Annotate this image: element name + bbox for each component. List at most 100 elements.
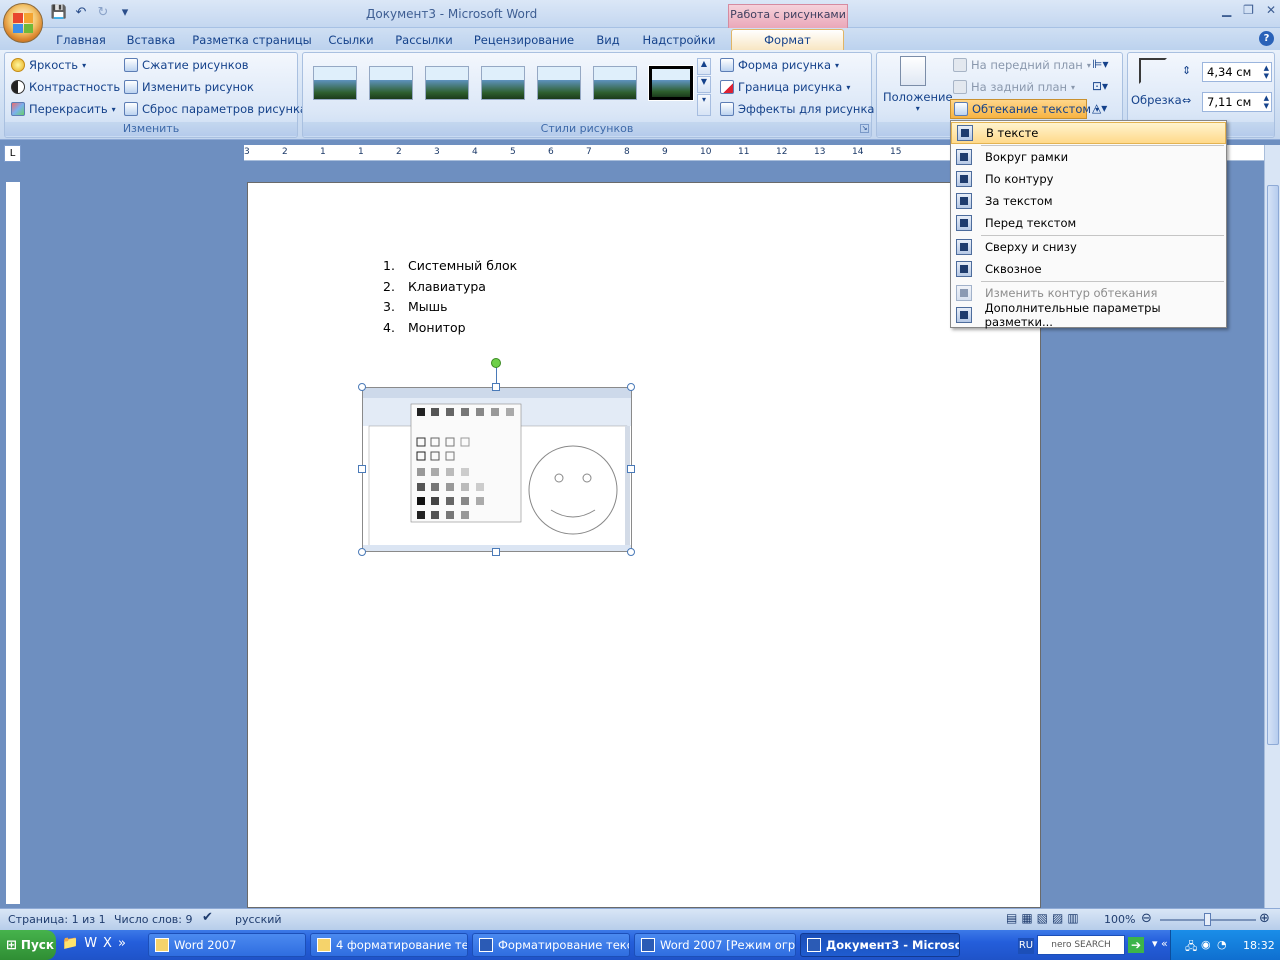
word-icon[interactable]: W [84,936,97,951]
list-item[interactable]: 4. Монитор [383,320,517,341]
zoom-level[interactable]: 100% [1104,913,1135,926]
undo-icon[interactable]: ↶ [72,4,90,22]
redo-icon[interactable]: ↻ [94,4,112,22]
picture-style-4[interactable] [481,66,525,100]
start-button[interactable]: ⊞ Пуск [0,930,56,960]
taskbar-button-active-doc[interactable]: Документ3 - Microso... [800,933,960,957]
minimize-icon[interactable]: ▁ [1222,3,1231,17]
styles-scroll-up[interactable]: ▲ [697,58,711,75]
inserted-picture[interactable] [362,387,632,552]
tab-references[interactable]: Ссылки [322,31,380,50]
status-word-count[interactable]: Число слов: 9 [114,913,193,926]
picture-shape-button[interactable]: Форма рисунка ▾ [720,55,839,75]
picture-style-1[interactable] [313,66,357,100]
tray-network-icon[interactable]: 🖧 [1185,938,1197,957]
resize-handle-top[interactable] [492,383,500,391]
tab-review[interactable]: Рецензирование [468,31,580,50]
list-item[interactable]: 1. Системный блок [383,258,517,279]
resize-handle-left[interactable] [358,465,366,473]
group-icon[interactable]: ⊡▾ [1092,79,1108,93]
zoom-slider-thumb[interactable] [1204,913,1211,926]
change-picture-button[interactable]: Изменить рисунок [124,77,254,97]
spell-check-icon[interactable]: ✔ [202,910,213,925]
restore-icon[interactable]: ❐ [1243,3,1254,17]
picture-style-2[interactable] [369,66,413,100]
explorer-icon[interactable]: 📁 [62,936,78,951]
styles-dialog-launcher-icon[interactable]: ↘ [860,124,869,133]
tab-view[interactable]: Вид [590,31,626,50]
reset-picture-button[interactable]: Сброс параметров рисунка [124,99,307,119]
tray-volume-icon[interactable]: ◔ [1217,938,1227,951]
taskbar-button-doc-1[interactable]: Форматирование текст... [472,933,630,957]
styles-scroll-down[interactable]: ▼ [697,76,711,93]
office-button[interactable] [3,3,43,43]
wrap-top-bottom-item[interactable]: Сверху и снизу [951,236,1226,258]
taskbar-button-folder-2[interactable]: 4 форматирование тек... [310,933,468,957]
tab-home[interactable]: Главная [50,31,112,50]
picture-style-5[interactable] [537,66,581,100]
taskbar-button-doc-2[interactable]: Word 2007 [Режим огра... [634,933,796,957]
tray-security-icon[interactable]: ◉ [1201,938,1211,951]
resize-handle-bottom-right[interactable] [627,548,635,556]
wrap-through-item[interactable]: Сквозное [951,258,1226,280]
status-page[interactable]: Страница: 1 из 1 [8,913,106,926]
align-icon[interactable]: ⊫▾ [1092,57,1108,71]
picture-style-3[interactable] [425,66,469,100]
taskbar-button-folder[interactable]: Word 2007 [148,933,306,957]
view-buttons[interactable]: ▤▦▧▨▥ [1006,911,1083,925]
vertical-scrollbar[interactable] [1264,145,1280,908]
width-input[interactable]: 7,11 см ▲ ▼ [1202,92,1272,112]
search-go-icon[interactable]: ➔ [1128,937,1144,953]
numbered-list[interactable]: 1. Системный блок 2. Клавиатура 3. Мышь 4. М… [383,258,517,340]
picture-style-6[interactable] [593,66,637,100]
send-to-back-button[interactable]: На задний план ▾ [953,77,1075,97]
save-icon[interactable]: 💾 [50,4,68,22]
width-spinner-icon[interactable]: ▲ ▼ [1264,94,1269,110]
expand-icon[interactable]: » [118,936,126,951]
height-spinner-icon[interactable]: ▲ ▼ [1264,64,1269,80]
rotate-icon[interactable]: △▾ [1092,101,1107,115]
tray-expand-icon[interactable]: ▾ « [1152,937,1168,950]
wrap-tight-item[interactable]: По контуру [951,168,1226,190]
styles-more[interactable]: ▾ [697,94,711,116]
resize-handle-bottom-left[interactable] [358,548,366,556]
picture-effects-button[interactable]: Эффекты для рисунка▾ [720,99,882,119]
list-item[interactable]: 2. Клавиатура [383,279,517,300]
resize-handle-bottom[interactable] [492,548,500,556]
wrap-behind-text-item[interactable]: За текстом [951,190,1226,212]
tab-format[interactable]: Формат [731,29,844,50]
bring-to-front-button[interactable]: На передний план ▾ [953,55,1091,75]
crop-button[interactable]: Обрезка [1131,90,1182,110]
recolor-button[interactable]: Перекрасить ▾ [11,99,116,119]
contrast-button[interactable]: Контрастность▾ [11,77,128,97]
zoom-in-icon[interactable]: ⊕ [1259,911,1270,926]
picture-style-7-selected[interactable] [648,65,694,101]
compress-pictures-button[interactable]: Сжатие рисунков [124,55,249,75]
tab-addins[interactable]: Надстройки [638,31,720,50]
status-language[interactable]: русский [235,913,282,926]
list-item[interactable]: 3. Мышь [383,299,517,320]
help-icon[interactable]: ? [1259,31,1274,46]
tab-selector[interactable]: L [4,145,21,162]
tab-mailings[interactable]: Рассылки [390,31,458,50]
vertical-ruler[interactable] [6,182,20,904]
picture-border-button[interactable]: Граница рисунка ▾ [720,77,850,97]
wrap-in-front-item[interactable]: Перед текстом [951,212,1226,234]
rotation-handle[interactable] [491,358,501,368]
height-input[interactable]: 4,34 см ▲ ▼ [1202,62,1272,82]
brightness-button[interactable]: Яркость ▾ [11,55,86,75]
resize-handle-top-left[interactable] [358,383,366,391]
wrap-square-item[interactable]: Вокруг рамки [951,146,1226,168]
tray-clock[interactable]: 18:32 [1243,939,1275,952]
language-indicator[interactable]: RU [1018,938,1034,954]
customize-qat-icon[interactable]: ▾ [116,4,134,22]
resize-handle-right[interactable] [627,465,635,473]
excel-icon[interactable]: X [103,936,112,951]
resize-handle-top-right[interactable] [627,383,635,391]
nero-search-box[interactable]: nero SEARCH [1037,935,1125,955]
text-wrapping-button[interactable]: Обтекание текстом ▾ [950,99,1099,119]
position-button[interactable]: Положение ▾ [883,90,953,113]
tab-insert[interactable]: Вставка [120,31,182,50]
scrollbar-thumb[interactable] [1267,185,1279,745]
more-layout-options-item[interactable]: Дополнительные параметры разметки... [951,301,1226,329]
